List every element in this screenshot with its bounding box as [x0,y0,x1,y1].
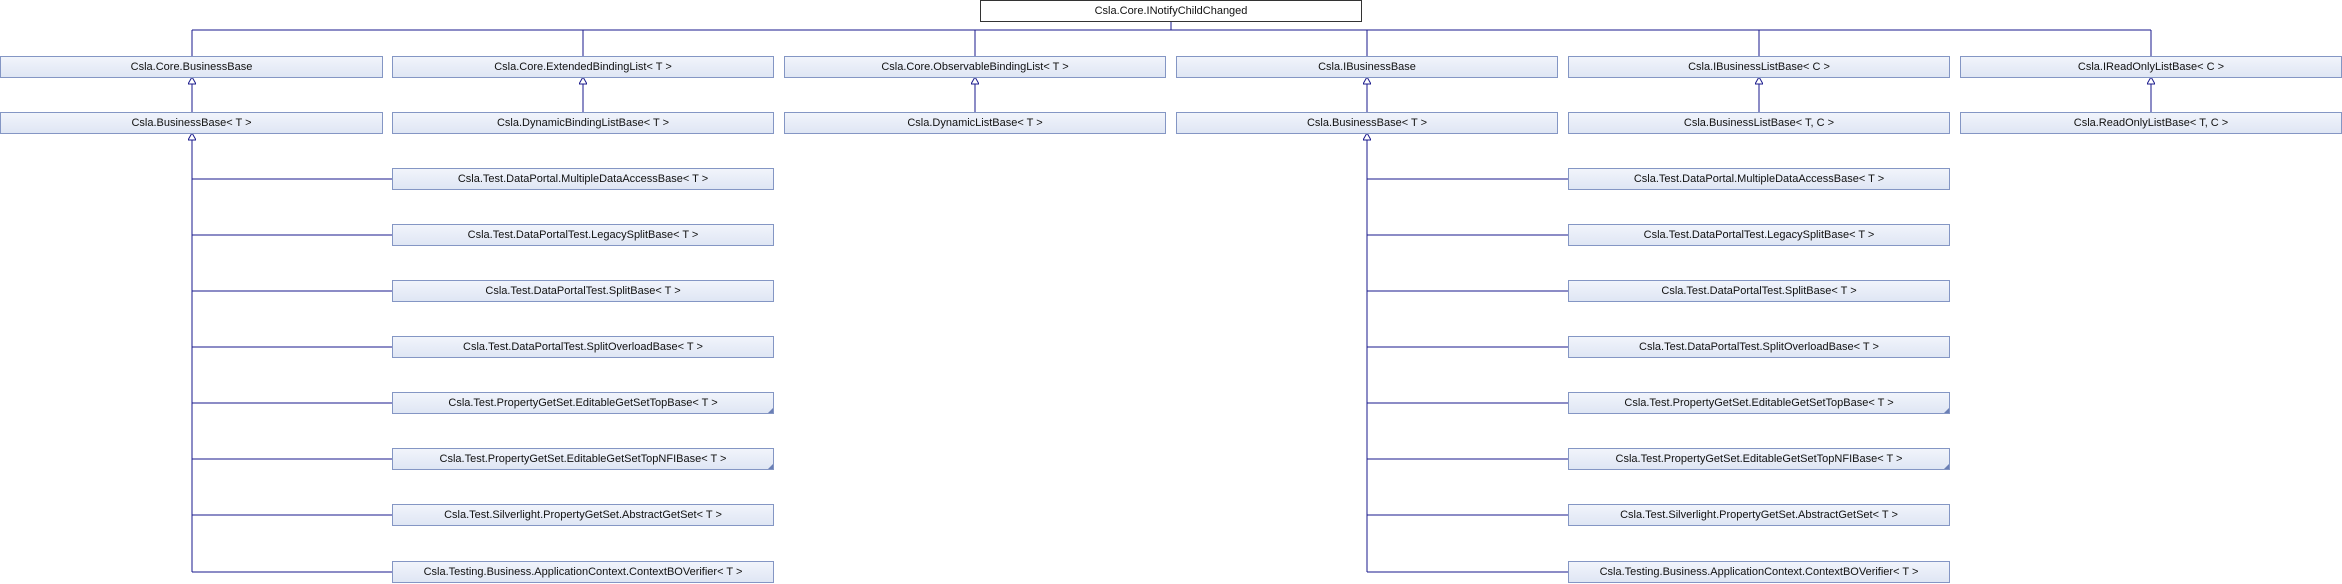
node-right-abstract-get-set[interactable]: Csla.Test.Silverlight.PropertyGetSet.Abs… [1568,504,1950,526]
node-business-list-base[interactable]: Csla.BusinessListBase< T, C > [1568,112,1950,134]
node-right-split-base[interactable]: Csla.Test.DataPortalTest.SplitBase< T > [1568,280,1950,302]
abstract-corner-icon [768,464,773,469]
node-business-base-left[interactable]: Csla.BusinessBase< T > [0,112,383,134]
node-label: Csla.Test.PropertyGetSet.EditableGetSetT… [448,397,718,409]
node-business-base-right[interactable]: Csla.BusinessBase< T > [1176,112,1558,134]
node-left-context-bo-verifier[interactable]: Csla.Testing.Business.ApplicationContext… [392,561,774,583]
node-core-business-base[interactable]: Csla.Core.BusinessBase [0,56,383,78]
node-ibusiness-base[interactable]: Csla.IBusinessBase [1176,56,1558,78]
node-extended-binding-list[interactable]: Csla.Core.ExtendedBindingList< T > [392,56,774,78]
node-right-editable-get-set-top-base[interactable]: Csla.Test.PropertyGetSet.EditableGetSetT… [1568,392,1950,414]
node-right-split-overload-base[interactable]: Csla.Test.DataPortalTest.SplitOverloadBa… [1568,336,1950,358]
node-ibusiness-list-base[interactable]: Csla.IBusinessListBase< C > [1568,56,1950,78]
node-right-multiple-data-access-base[interactable]: Csla.Test.DataPortal.MultipleDataAccessB… [1568,168,1950,190]
node-left-legacy-split-base[interactable]: Csla.Test.DataPortalTest.LegacySplitBase… [392,224,774,246]
node-left-multiple-data-access-base[interactable]: Csla.Test.DataPortal.MultipleDataAccessB… [392,168,774,190]
node-left-editable-get-set-top-nfi-base[interactable]: Csla.Test.PropertyGetSet.EditableGetSetT… [392,448,774,470]
node-left-split-overload-base[interactable]: Csla.Test.DataPortalTest.SplitOverloadBa… [392,336,774,358]
inheritance-diagram [0,0,2342,573]
abstract-corner-icon [768,408,773,413]
abstract-corner-icon [1944,408,1949,413]
node-left-abstract-get-set[interactable]: Csla.Test.Silverlight.PropertyGetSet.Abs… [392,504,774,526]
node-inotify-child-changed[interactable]: Csla.Core.INotifyChildChanged [980,0,1362,22]
node-read-only-list-base[interactable]: Csla.ReadOnlyListBase< T, C > [1960,112,2342,134]
node-dynamic-binding-list-base[interactable]: Csla.DynamicBindingListBase< T > [392,112,774,134]
node-right-editable-get-set-top-nfi-base[interactable]: Csla.Test.PropertyGetSet.EditableGetSetT… [1568,448,1950,470]
node-dynamic-list-base[interactable]: Csla.DynamicListBase< T > [784,112,1166,134]
node-observable-binding-list[interactable]: Csla.Core.ObservableBindingList< T > [784,56,1166,78]
node-label: Csla.Test.PropertyGetSet.EditableGetSetT… [1624,397,1894,409]
node-label: Csla.Test.PropertyGetSet.EditableGetSetT… [1615,453,1903,465]
node-left-editable-get-set-top-base[interactable]: Csla.Test.PropertyGetSet.EditableGetSetT… [392,392,774,414]
node-iread-only-list-base[interactable]: Csla.IReadOnlyListBase< C > [1960,56,2342,78]
node-right-context-bo-verifier[interactable]: Csla.Testing.Business.ApplicationContext… [1568,561,1950,583]
node-left-split-base[interactable]: Csla.Test.DataPortalTest.SplitBase< T > [392,280,774,302]
node-right-legacy-split-base[interactable]: Csla.Test.DataPortalTest.LegacySplitBase… [1568,224,1950,246]
abstract-corner-icon [1944,464,1949,469]
node-label: Csla.Test.PropertyGetSet.EditableGetSetT… [439,453,727,465]
